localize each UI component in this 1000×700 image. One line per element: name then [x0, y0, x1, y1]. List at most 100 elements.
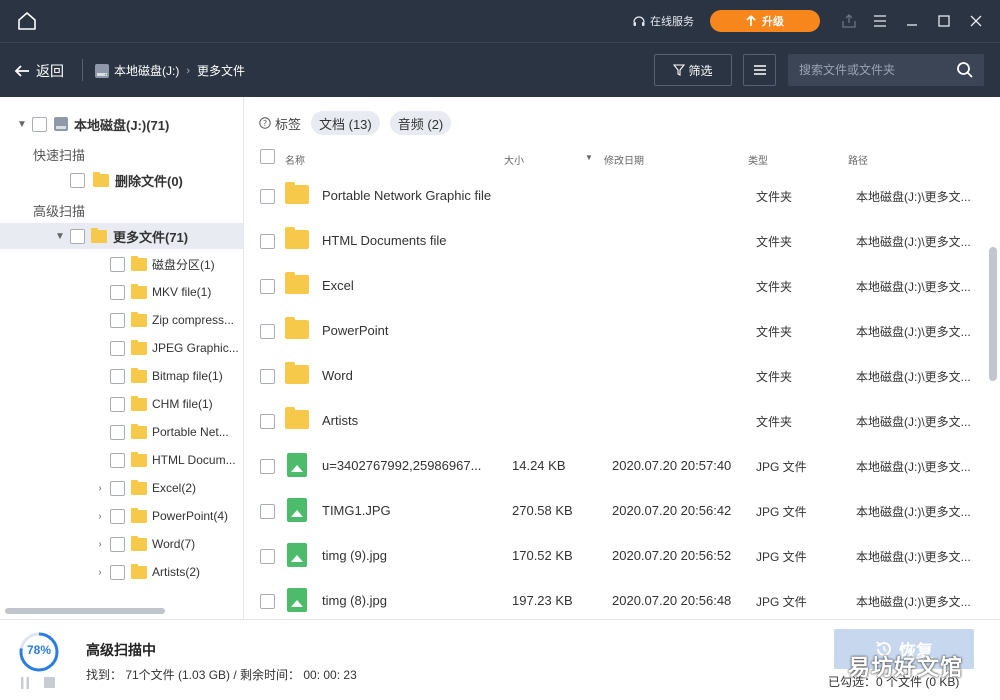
menu-icon[interactable] [872, 13, 888, 29]
checkbox[interactable] [110, 536, 125, 552]
stop-icon[interactable] [44, 677, 55, 688]
file-path: 本地磁盘(J:)\更多文... [856, 460, 971, 474]
tree-child-item[interactable]: › Word(7) [94, 532, 195, 556]
tree-item-deleted-files[interactable]: 删除文件(0) [70, 168, 183, 192]
checkbox[interactable] [110, 508, 125, 524]
row-checkbox[interactable] [260, 279, 275, 294]
file-path: 本地磁盘(J:)\更多文... [856, 370, 971, 384]
tree-child-label: Artists(2) [152, 565, 200, 579]
tag-chip-audio[interactable]: 音频 (2) [389, 111, 452, 135]
checkbox[interactable] [70, 228, 85, 244]
breadcrumb-current[interactable]: 更多文件 [197, 62, 245, 79]
back-button[interactable]: 返回 [14, 61, 64, 81]
tree-child-item[interactable]: › Excel(2) [94, 476, 196, 500]
checkbox[interactable] [110, 396, 125, 412]
pause-icon[interactable] [20, 677, 30, 689]
image-file-icon [285, 453, 307, 477]
table-row[interactable]: Word 文件夹 本地磁盘(J:)\更多文... [245, 354, 985, 399]
maximize-icon[interactable] [936, 13, 952, 29]
row-checkbox[interactable] [260, 189, 275, 204]
tree-child-item[interactable]: HTML Docum... [94, 448, 236, 472]
checkbox[interactable] [110, 368, 125, 384]
table-row[interactable]: HTML Documents file 文件夹 本地磁盘(J:)\更多文... [245, 219, 985, 264]
table-row[interactable]: timg (8).jpg 197.23 KB 2020.07.20 20:56:48… [245, 579, 985, 624]
breadcrumb-drive[interactable]: 本地磁盘(J:) [114, 62, 179, 79]
folder-icon [131, 563, 147, 579]
sort-desc-icon[interactable]: ▼ [585, 153, 593, 162]
tree-item-more-files[interactable]: ▼ 更多文件(71) [54, 224, 188, 248]
online-service-button[interactable]: 在线服务 [632, 13, 694, 29]
row-checkbox[interactable] [260, 549, 275, 564]
row-checkbox[interactable] [260, 234, 275, 249]
row-checkbox[interactable] [260, 369, 275, 384]
row-checkbox[interactable] [260, 594, 275, 609]
tree-child-item[interactable]: JPEG Graphic... [94, 336, 239, 360]
chevron-right-icon[interactable]: › [94, 567, 106, 578]
column-header-name[interactable]: 名称 [285, 152, 305, 167]
chevron-right-icon[interactable]: › [94, 483, 106, 494]
file-name: HTML Documents file [322, 233, 447, 248]
tree-child-item[interactable]: CHM file(1) [94, 392, 213, 416]
checkbox[interactable] [110, 424, 125, 440]
checkbox[interactable] [110, 480, 125, 496]
folder-icon [285, 407, 309, 429]
folder-icon [131, 367, 147, 383]
help-circle-icon[interactable]: ? [259, 117, 271, 129]
tree-root-drive[interactable]: ▼ 本地磁盘(J:)(71) [16, 112, 169, 136]
close-icon[interactable] [968, 13, 984, 29]
table-row[interactable]: Portable Network Graphic file 文件夹 本地磁盘(J:)… [245, 174, 985, 219]
tree-child-item[interactable]: › PowerPoint(4) [94, 504, 228, 528]
column-header-type[interactable]: 类型 [748, 152, 768, 167]
share-icon[interactable] [841, 13, 857, 29]
file-name: timg (8).jpg [322, 593, 388, 608]
table-row[interactable]: Excel 文件夹 本地磁盘(J:)\更多文... [245, 264, 985, 309]
table-row[interactable]: PowerPoint 文件夹 本地磁盘(J:)\更多文... [245, 309, 985, 354]
column-header-path[interactable]: 路径 [848, 152, 868, 167]
select-all-checkbox[interactable] [260, 149, 275, 164]
row-checkbox[interactable] [260, 504, 275, 519]
tree-child-item[interactable]: Zip compress... [94, 308, 234, 332]
tree-child-item[interactable]: Bitmap file(1) [94, 364, 223, 388]
upgrade-button[interactable]: 升级 [710, 10, 820, 32]
checkbox[interactable] [110, 340, 125, 356]
search-icon[interactable] [956, 61, 974, 79]
home-icon[interactable] [16, 10, 38, 32]
search-input[interactable] [788, 54, 948, 86]
column-header-date[interactable]: 修改日期 [604, 152, 644, 167]
table-header: 名称 大小 ▼ 修改日期 类型 路径 [245, 145, 985, 171]
filter-button[interactable]: 筛选 [654, 54, 732, 86]
row-checkbox[interactable] [260, 324, 275, 339]
column-header-size[interactable]: 大小 [504, 152, 524, 167]
chevron-down-icon[interactable]: ▼ [16, 119, 28, 130]
table-row[interactable]: TIMG1.JPG 270.58 KB 2020.07.20 20:56:42 JPG… [245, 489, 985, 534]
table-row[interactable]: u=3402767992,25986967... 14.24 KB 2020.07.… [245, 444, 985, 489]
tag-chip-documents[interactable]: 文档 (13) [311, 111, 380, 135]
chevron-right-icon[interactable]: › [94, 539, 106, 550]
folder-icon [131, 451, 147, 467]
checkbox[interactable] [110, 564, 125, 580]
title-bar: 在线服务 升级 [0, 0, 1000, 42]
tree-child-item[interactable]: › Artists(2) [94, 560, 200, 584]
row-checkbox[interactable] [260, 414, 275, 429]
tree-child-item[interactable]: MKV file(1) [94, 280, 211, 304]
checkbox[interactable] [32, 116, 47, 132]
chevron-down-icon[interactable]: ▼ [54, 231, 66, 242]
checkbox[interactable] [110, 312, 125, 328]
minimize-icon[interactable] [904, 13, 920, 29]
table-row[interactable]: timg (9).jpg 170.52 KB 2020.07.20 20:56:52… [245, 534, 985, 579]
checkbox[interactable] [70, 172, 85, 188]
vertical-scroll-track [988, 153, 998, 615]
checkbox[interactable] [110, 284, 125, 300]
checkbox[interactable] [110, 256, 125, 272]
checkbox[interactable] [110, 452, 125, 468]
vertical-scrollbar[interactable] [989, 247, 997, 381]
chevron-right-icon[interactable]: › [94, 511, 106, 522]
image-file-icon [285, 498, 307, 522]
folder-icon [285, 317, 309, 339]
table-row[interactable]: Artists 文件夹 本地磁盘(J:)\更多文... [245, 399, 985, 444]
view-menu-button[interactable] [743, 54, 776, 86]
tree-child-item[interactable]: 磁盘分区(1) [94, 252, 215, 276]
row-checkbox[interactable] [260, 459, 275, 474]
tree-child-item[interactable]: Portable Net... [94, 420, 229, 444]
sidebar-horizontal-scrollbar[interactable] [5, 608, 165, 614]
